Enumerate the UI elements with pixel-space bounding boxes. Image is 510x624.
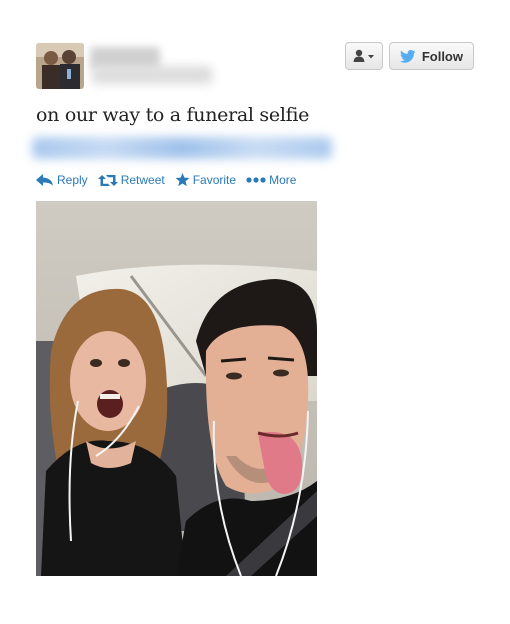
user-handle-redacted[interactable]: [92, 66, 212, 84]
favorite-label: Favorite: [192, 173, 237, 187]
user-actions-button[interactable]: [345, 42, 383, 70]
reply-action[interactable]: Reply: [36, 173, 88, 187]
twitter-bird-icon: [400, 49, 416, 63]
tweet-link-redacted[interactable]: [32, 137, 332, 159]
avatar-image: [36, 43, 84, 89]
reply-icon: [36, 174, 53, 186]
person-icon: [353, 49, 374, 62]
reply-label: Reply: [57, 173, 88, 187]
selfie-image: [36, 201, 317, 576]
more-dots-icon: [246, 177, 266, 183]
tweet-text: on our way to a funeral selfie: [36, 104, 310, 126]
star-icon: [175, 173, 190, 187]
follow-button[interactable]: Follow: [389, 42, 474, 70]
retweet-label: Retweet: [120, 173, 165, 187]
caret-down-icon: [368, 55, 374, 59]
avatar[interactable]: [36, 43, 84, 89]
retweet-action[interactable]: Retweet: [97, 173, 165, 187]
more-action[interactable]: More: [246, 173, 296, 187]
more-label: More: [269, 173, 297, 187]
favorite-action[interactable]: Favorite: [175, 173, 236, 187]
tweet-actions: Reply Retweet Favorite More: [36, 173, 296, 187]
retweet-icon: [97, 174, 118, 186]
tweet-photo[interactable]: [36, 201, 317, 576]
follow-button-label: Follow: [421, 48, 463, 64]
